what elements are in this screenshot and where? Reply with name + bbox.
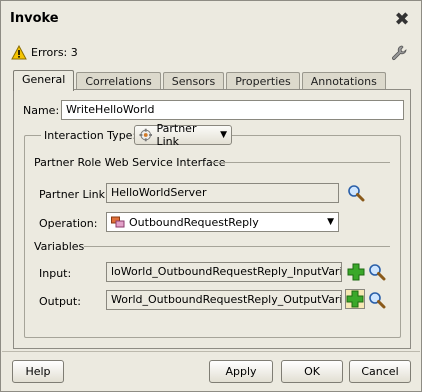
invoke-dialog: Invoke ✖ Errors: 3 General Correlations …: [0, 0, 422, 392]
ok-button[interactable]: OK: [281, 360, 343, 383]
search-icon[interactable]: [368, 263, 386, 281]
tab-general[interactable]: General: [13, 70, 75, 91]
add-icon[interactable]: [347, 263, 365, 281]
close-icon[interactable]: ✖: [393, 11, 411, 29]
interaction-type-value: Partner Link: [156, 122, 197, 148]
name-field[interactable]: WriteHelloWorld: [61, 100, 404, 120]
input-label: Input:: [39, 267, 72, 280]
help-button[interactable]: Help: [12, 360, 64, 383]
partner-link-label: Partner Link:: [39, 188, 109, 201]
search-icon[interactable]: [368, 291, 386, 309]
apply-button[interactable]: Apply: [209, 360, 273, 383]
partner-role-separator: [212, 162, 390, 163]
search-icon[interactable]: [347, 184, 365, 202]
operation-label: Operation:: [39, 217, 98, 230]
tab-bar: General Correlations Sensors Properties …: [13, 70, 388, 91]
partner-link-field: HelloWorldServer: [106, 183, 339, 203]
warning-icon: [11, 45, 27, 60]
operation-icon: [111, 216, 125, 228]
button-bar-separator: [2, 351, 420, 352]
cancel-button[interactable]: Cancel: [349, 360, 411, 383]
wrench-icon[interactable]: [391, 45, 407, 61]
operation-value: OutboundRequestReply: [129, 215, 259, 229]
variables-separator: [84, 246, 390, 247]
name-label: Name:: [23, 104, 60, 117]
interaction-type-label: Interaction Type:: [41, 129, 140, 142]
output-label: Output:: [39, 295, 81, 308]
dialog-title: Invoke: [10, 11, 59, 26]
variables-heading: Variables: [34, 240, 85, 253]
general-panel: Name: WriteHelloWorld Interaction Type: …: [13, 89, 411, 349]
input-variable-field: loWorld_OutboundRequestReply_InputVariab…: [106, 262, 342, 282]
partner-role-heading: Partner Role Web Service Interface: [34, 156, 226, 169]
output-variable-field: World_OutboundRequestReply_OutputVariabl…: [106, 290, 342, 310]
add-icon: [346, 290, 364, 308]
errors-text: Errors: 3: [31, 46, 78, 59]
chevron-down-icon: ▼: [220, 130, 227, 140]
partner-link-icon: [139, 128, 153, 142]
operation-dropdown[interactable]: OutboundRequestReply ▼: [106, 212, 339, 232]
interaction-type-dropdown[interactable]: Partner Link ▼: [134, 122, 232, 148]
errors-status: Errors: 3: [11, 45, 78, 60]
chevron-down-icon: ▼: [327, 217, 334, 227]
add-button[interactable]: [345, 289, 365, 309]
